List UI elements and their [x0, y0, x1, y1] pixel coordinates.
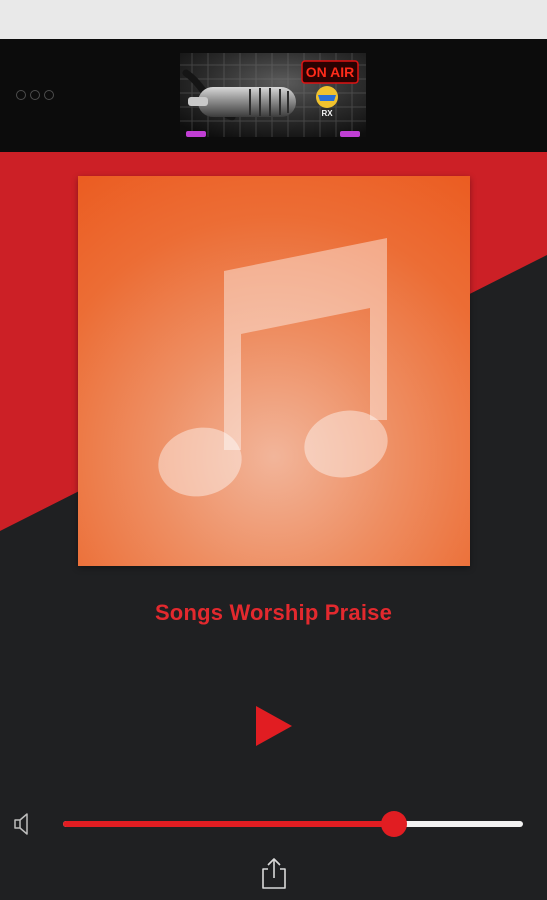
share-icon — [262, 858, 286, 889]
top-banner-bar: ON AIR RX — [0, 39, 547, 152]
volume-slider-track[interactable] — [63, 821, 523, 827]
station-artwork — [78, 176, 470, 566]
speaker-icon — [14, 813, 28, 835]
share-button[interactable] — [258, 855, 290, 891]
on-air-banner-image: ON AIR RX — [180, 53, 366, 137]
station-name-title: Songs Worship Praise — [154, 600, 393, 625]
radio-player-screen: ON AIR RX Songs Worship Praise — [0, 0, 547, 900]
window-dot-icon[interactable] — [44, 90, 54, 100]
window-dot-icon[interactable] — [16, 90, 26, 100]
status-bar — [0, 0, 547, 39]
on-air-sign-text: ON AIR — [306, 64, 354, 80]
volume-slider[interactable] — [63, 810, 523, 838]
volume-mute-button[interactable] — [11, 811, 37, 837]
studio-microphone-banner: ON AIR RX — [180, 53, 366, 137]
music-note-icon — [158, 238, 388, 497]
volume-slider-thumb[interactable] — [381, 811, 408, 837]
play-icon — [256, 706, 292, 746]
play-button[interactable] — [250, 700, 298, 752]
volume-slider-fill — [63, 821, 395, 827]
svg-text:RX: RX — [321, 109, 333, 118]
window-dot-icon[interactable] — [30, 90, 40, 100]
window-controls — [16, 90, 54, 100]
